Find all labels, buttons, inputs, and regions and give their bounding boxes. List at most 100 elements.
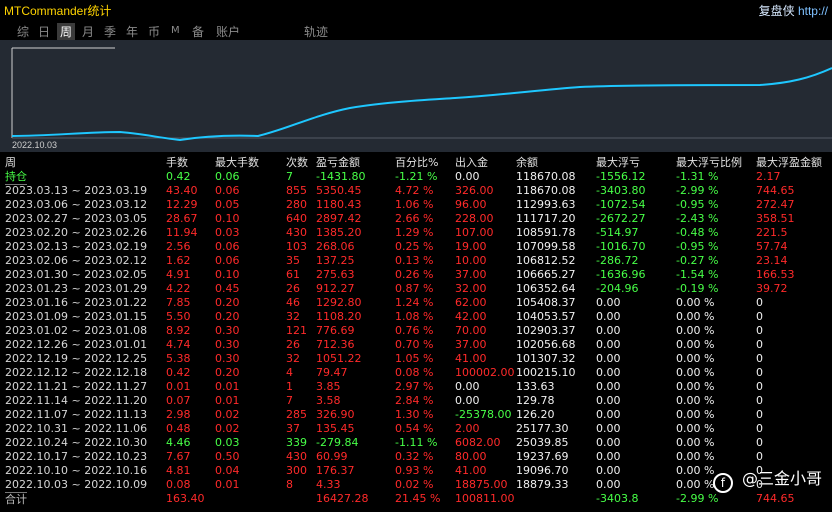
table-row[interactable]: 2022.11.07 ~ 2022.11.13 2.98 0.02 285 326.90… [0,408,832,422]
row-value: 11.94 [166,226,198,239]
row-value: 0 [756,380,763,393]
week-range: 2022.10.10 ~ 2022.10.16 [5,464,148,477]
brand-link[interactable]: http:// [798,4,828,18]
tab-6[interactable]: 币 [148,23,160,40]
row-value: 0.00 [455,394,480,407]
row-value: 0.00 [596,436,621,449]
table-row[interactable]: 2022.11.21 ~ 2022.11.27 0.01 0.01 1 3.85 2.97… [0,380,832,394]
table-row[interactable]: 2023.01.02 ~ 2023.01.08 8.92 0.30 121 776.69… [0,324,832,338]
tab-4[interactable]: 季 [104,23,116,40]
row-value: 61 [286,268,300,281]
row-value: 0.54 % [395,422,434,435]
table-row[interactable]: 2023.02.27 ~ 2023.03.05 28.67 0.10 640 2897.… [0,212,832,226]
table-row[interactable]: 2023.02.06 ~ 2023.02.12 1.62 0.06 35 137.25 0… [0,254,832,268]
table-row[interactable]: 2023.01.23 ~ 2023.01.29 4.22 0.45 26 912.27 0… [0,282,832,296]
row-value: 137.25 [316,254,355,267]
row-value: 0.00 % [676,296,715,309]
row-value: 35 [286,254,300,267]
row-value: 0.00 % [676,324,715,337]
week-range: 2022.10.31 ~ 2022.11.06 [5,422,148,435]
table-row[interactable]: 2022.10.24 ~ 2022.10.30 4.46 0.03 339 -279.8… [0,436,832,450]
row-value: 8.92 [166,324,191,337]
header-cell: 余额 [516,156,538,169]
header-cell: 百分比% [395,156,439,169]
row-value: 0.07 [166,394,191,407]
tab-7[interactable]: M [171,25,180,36]
table-row[interactable]: 2023.03.06 ~ 2023.03.12 12.29 0.05 280 1180.… [0,198,832,212]
row-value: 46 [286,296,300,309]
row-value: -0.27 % [676,254,719,267]
table-row[interactable]: 2022.10.10 ~ 2022.10.16 4.81 0.04 300 176.37… [0,464,832,478]
header-cell: 出入金 [455,156,488,169]
row-value: 0.70 % [395,338,434,351]
row-value: -2672.27 [596,212,646,225]
row-value: 0.30 [215,338,240,351]
row-value: 0 [756,324,763,337]
table-row[interactable]: 2022.11.14 ~ 2022.11.20 0.07 0.01 7 3.58 2.84… [0,394,832,408]
tab-10[interactable]: 轨迹 [304,23,328,40]
tab-9[interactable]: 账户 [216,23,240,40]
week-range: 2023.02.13 ~ 2023.02.19 [5,240,148,253]
row-value: 0.00 % [676,408,715,421]
row-value: 2.84 % [395,394,434,407]
row-value: -2.43 % [676,212,719,225]
row-value: 32.00 [455,282,487,295]
table-row[interactable]: 2023.01.09 ~ 2023.01.15 5.50 0.20 32 1108.20… [0,310,832,324]
row-value: 111717.20 [516,212,576,225]
header-cell: 最大手数 [215,156,259,169]
header-cell: 最大浮亏比例 [676,156,742,169]
row-value: 0.00 [596,366,621,379]
tab-0[interactable]: 综 [17,23,29,40]
row-value: 1.08 % [395,310,434,323]
row-value: 2897.42 [316,212,362,225]
table-row[interactable]: 2023.01.16 ~ 2023.01.22 7.85 0.20 46 1292.80… [0,296,832,310]
table-row[interactable]: 2022.12.19 ~ 2022.12.25 5.38 0.30 32 1051.22… [0,352,832,366]
table-row[interactable]: 2023.03.13 ~ 2023.03.19 43.40 0.06 855 5350.… [0,184,832,198]
row-value: 18875.00 [455,478,508,491]
row-value: 8 [286,478,293,491]
row-value: 18879.33 [516,478,569,491]
table-row[interactable]: 2022.10.17 ~ 2022.10.23 7.67 0.50 430 60.99 0… [0,450,832,464]
week-range: 2022.11.21 ~ 2022.11.27 [5,380,148,393]
row-value: 0.45 [215,282,240,295]
table-row[interactable]: 2022.12.12 ~ 2022.12.18 0.42 0.20 4 79.47 0.0… [0,366,832,380]
row-value: 0.00 % [676,478,715,491]
row-value: 1.30 % [395,408,434,421]
header-cell: 手数 [166,156,188,169]
tab-3[interactable]: 月 [82,23,94,40]
tab-1[interactable]: 日 [38,23,50,40]
row-value: 1108.20 [316,310,362,323]
row-value: 0 [756,310,763,323]
row-value: -0.95 % [676,240,719,253]
row-value: 106665.27 [516,268,576,281]
week-range: 2022.11.14 ~ 2022.11.20 [5,394,148,407]
table-row[interactable]: 2022.12.26 ~ 2023.01.01 4.74 0.30 26 712.36 0… [0,338,832,352]
row-value: 358.51 [756,212,795,225]
row-value: 0 [756,352,763,365]
row-value: 0.42 [166,366,191,379]
hold-value: 7 [286,170,293,183]
week-range: 2022.12.19 ~ 2022.12.25 [5,352,148,365]
row-value: 4.81 [166,464,191,477]
tab-2[interactable]: 周 [57,23,76,40]
hold-value: -1.31 % [676,170,719,183]
header-cell: 次数 [286,156,308,169]
row-value: 25177.30 [516,422,569,435]
table-row[interactable]: 2022.10.03 ~ 2022.10.09 0.08 0.01 8 4.33 0.02… [0,478,832,492]
row-value: 102056.68 [516,338,576,351]
row-value: 0.20 [215,366,240,379]
total-value: 21.45 % [395,492,441,505]
tab-5[interactable]: 年 [126,23,138,40]
row-value: 339 [286,436,307,449]
table-row[interactable]: 2023.02.20 ~ 2023.02.26 11.94 0.03 430 1385.… [0,226,832,240]
row-value: 1.24 % [395,296,434,309]
row-value: -286.72 [596,254,639,267]
row-value: 57.74 [756,240,788,253]
row-value: 0.06 [215,240,240,253]
total-value: 744.65 [756,492,795,505]
table-row[interactable]: 2023.02.13 ~ 2023.02.19 2.56 0.06 103 268.06… [0,240,832,254]
tab-8[interactable]: 备 [192,23,204,40]
row-value: 10.00 [455,254,487,267]
table-row[interactable]: 2023.01.30 ~ 2023.02.05 4.91 0.10 61 275.63 0… [0,268,832,282]
table-row[interactable]: 2022.10.31 ~ 2022.11.06 0.48 0.02 37 135.45 0… [0,422,832,436]
